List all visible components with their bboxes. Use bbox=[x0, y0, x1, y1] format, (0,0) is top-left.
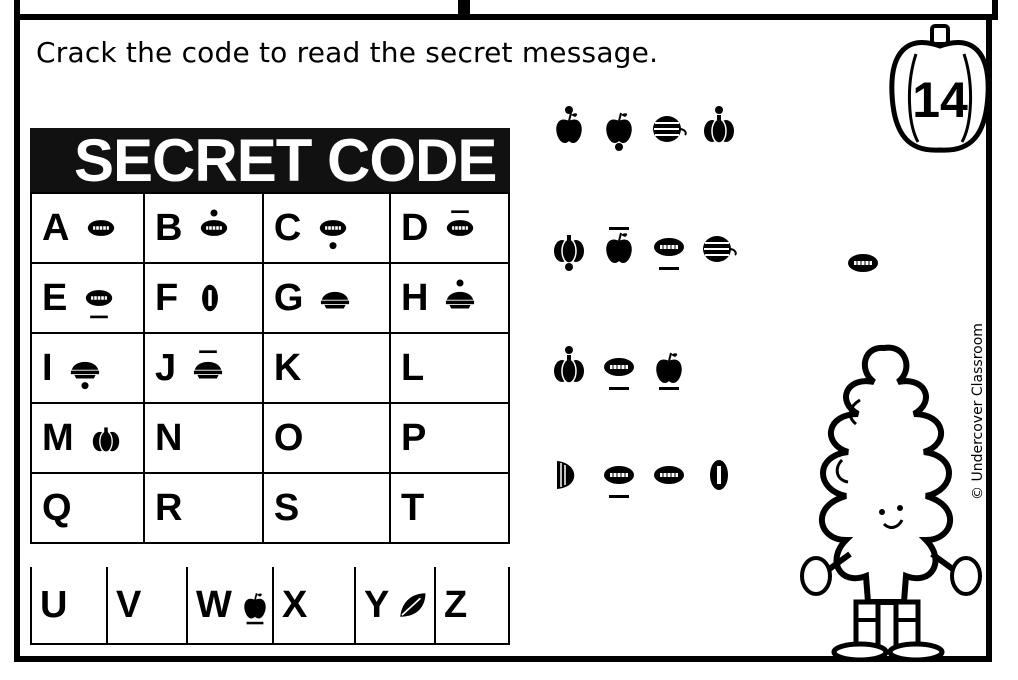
code-cell: Z bbox=[436, 567, 508, 643]
code-cell: J bbox=[142, 332, 264, 404]
gourd-icon bbox=[653, 116, 687, 142]
pumpkin-dot-above-icon bbox=[554, 346, 584, 384]
apple-dot-below-icon bbox=[606, 112, 632, 151]
football-dot-below-icon bbox=[320, 220, 347, 250]
code-letter: D bbox=[400, 206, 429, 249]
code-letter: P bbox=[400, 416, 427, 459]
code-cell: U bbox=[32, 567, 108, 643]
football-icon bbox=[88, 220, 115, 236]
code-letter: M bbox=[42, 416, 74, 459]
code-letter: K bbox=[273, 346, 302, 389]
code-letter: U bbox=[40, 583, 68, 626]
message-extra-word bbox=[840, 238, 886, 288]
code-letter: T bbox=[400, 486, 425, 529]
code-letter: E bbox=[42, 276, 68, 319]
code-cell: D bbox=[388, 192, 511, 264]
pie-icon bbox=[321, 291, 350, 309]
code-letter: Y bbox=[364, 583, 390, 626]
leaf-character-icon bbox=[800, 344, 982, 662]
code-cell: C bbox=[261, 192, 391, 264]
message-line-3 bbox=[546, 342, 692, 392]
code-row: A B C D bbox=[30, 192, 511, 264]
code-cell: X bbox=[274, 567, 356, 643]
apple-line-below-icon bbox=[656, 352, 682, 390]
code-row: E F G H bbox=[30, 262, 511, 334]
code-letter: W bbox=[196, 583, 232, 626]
code-title: SECRET CODE bbox=[30, 128, 510, 194]
football-vertical-icon bbox=[202, 284, 219, 312]
pie-slice-icon bbox=[557, 461, 575, 489]
instruction-text: Crack the code to read the secret messag… bbox=[36, 36, 659, 69]
code-cell: W bbox=[188, 567, 274, 643]
code-cell: O bbox=[261, 402, 391, 474]
code-row: M N O P bbox=[30, 402, 511, 474]
code-cell: V bbox=[108, 567, 188, 643]
message-line-1 bbox=[546, 102, 742, 152]
code-cell: H bbox=[388, 262, 511, 334]
code-letter: C bbox=[273, 206, 302, 249]
football-icon bbox=[848, 254, 878, 272]
code-cell: Y bbox=[356, 567, 436, 643]
code-cell: L bbox=[388, 332, 511, 404]
code-letter: Z bbox=[444, 583, 468, 626]
pie-dot-below-icon bbox=[70, 361, 99, 390]
code-cell: P bbox=[388, 402, 511, 474]
code-letter: L bbox=[400, 346, 425, 389]
pie-line-above-icon bbox=[193, 350, 223, 379]
football-line-below-icon bbox=[86, 290, 113, 319]
code-cell: F bbox=[142, 262, 264, 334]
code-cell: G bbox=[261, 262, 391, 334]
pumpkin-dot-above-icon bbox=[704, 106, 734, 144]
code-letter: N bbox=[154, 416, 183, 459]
code-table: A B C D E F G H I J K L M N O P Q R S T bbox=[30, 192, 511, 544]
pie-dot-above-icon bbox=[446, 279, 475, 309]
code-cell: R bbox=[142, 472, 264, 544]
code-cell: E bbox=[30, 262, 145, 334]
code-letter: F bbox=[154, 276, 179, 319]
leaf-icon bbox=[400, 593, 426, 617]
code-cell: I bbox=[30, 332, 145, 404]
page-number: 14 bbox=[912, 72, 968, 128]
code-letter: S bbox=[273, 486, 300, 529]
code-cell: K bbox=[261, 332, 391, 404]
football-icon bbox=[654, 466, 684, 484]
football-line-below-icon bbox=[654, 238, 684, 270]
code-letter: G bbox=[273, 276, 304, 319]
code-letter: H bbox=[400, 276, 429, 319]
code-cell: T bbox=[388, 472, 511, 544]
apple-line-below-icon bbox=[244, 593, 266, 625]
football-line-below-icon bbox=[604, 358, 634, 390]
football-line-above-icon bbox=[447, 210, 474, 236]
football-line-below-icon bbox=[604, 466, 634, 498]
code-row: I J K L bbox=[30, 332, 511, 404]
apple-line-above-icon bbox=[606, 227, 632, 263]
code-cell: S bbox=[261, 472, 391, 544]
code-cell: Q bbox=[30, 472, 145, 544]
pumpkin-dot-below-icon bbox=[554, 235, 584, 271]
code-row: Q R S T bbox=[30, 472, 511, 544]
message-line-2 bbox=[546, 222, 742, 272]
pumpkin-icon bbox=[92, 427, 119, 453]
copyright-text: © Undercover Classroom bbox=[970, 323, 986, 500]
code-cell: M bbox=[30, 402, 145, 474]
code-letter: Q bbox=[42, 486, 72, 529]
code-cell: B bbox=[142, 192, 264, 264]
code-letter: A bbox=[42, 206, 70, 249]
apple-dot-above-icon bbox=[556, 106, 582, 143]
code-letter: X bbox=[282, 583, 308, 626]
message-line-4 bbox=[546, 450, 742, 500]
code-cell: A bbox=[30, 192, 145, 264]
code-letter: O bbox=[273, 416, 304, 459]
code-letter: R bbox=[154, 486, 183, 529]
gourd-icon bbox=[703, 236, 737, 262]
football-vertical-icon bbox=[710, 460, 728, 490]
code-letter: J bbox=[154, 346, 177, 389]
code-letter: B bbox=[154, 206, 183, 249]
code-letter: I bbox=[42, 346, 53, 389]
football-dot-above-icon bbox=[201, 209, 228, 236]
code-cell: N bbox=[142, 402, 264, 474]
code-table-last-row: U V W X Y Z bbox=[30, 567, 510, 645]
code-letter: V bbox=[116, 583, 142, 626]
